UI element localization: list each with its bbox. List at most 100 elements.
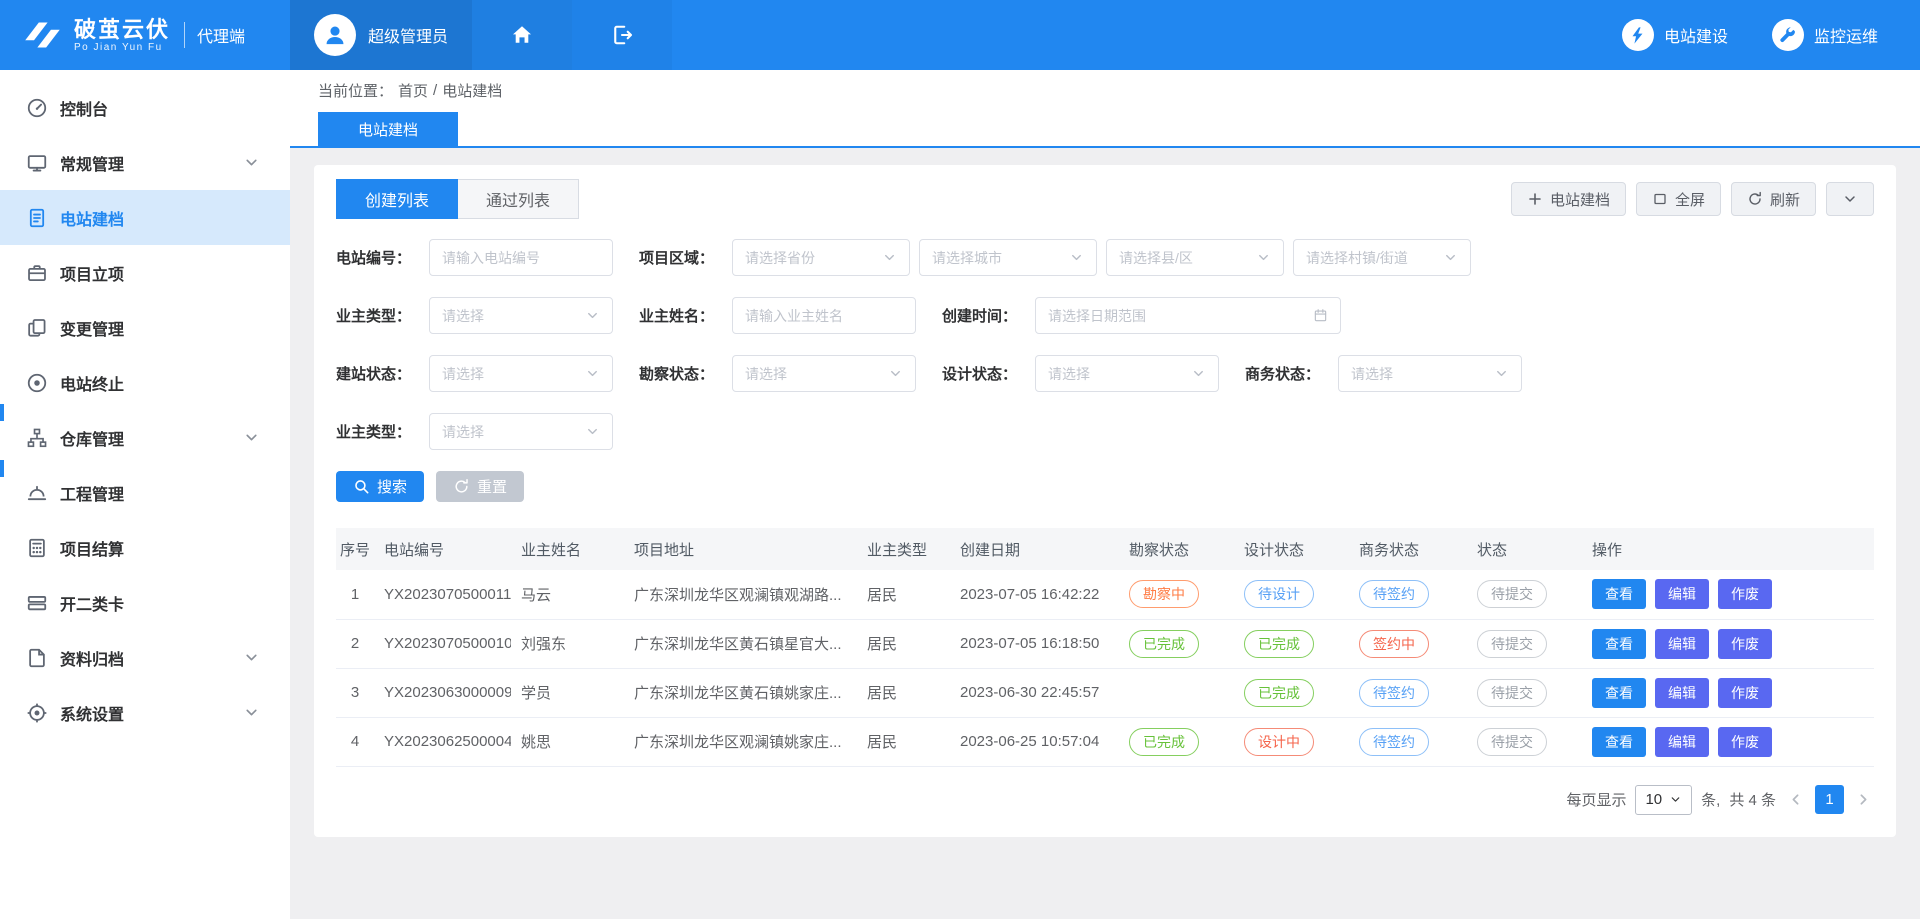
copy-icon — [26, 317, 48, 339]
county-select[interactable]: 请选择县/区 — [1106, 239, 1284, 276]
card-icon — [26, 592, 48, 614]
nav-monitor-ops[interactable]: 监控运维 — [1772, 19, 1878, 51]
edit-button[interactable]: 编辑 — [1655, 727, 1709, 757]
engineering-icon — [26, 482, 48, 504]
cell-no: 1 — [336, 570, 374, 619]
sidebar-item-monitor[interactable]: 常规管理 — [0, 135, 290, 190]
sidebar-item-calculator[interactable]: 项目结算 — [0, 520, 290, 575]
status-badge: 已完成 — [1244, 630, 1314, 658]
placeholder: 请选择省份 — [745, 248, 876, 268]
sidebar-item-terminate[interactable]: 电站终止 — [0, 355, 290, 410]
next-page-button[interactable] — [1853, 791, 1874, 808]
sidebar-item-label: 常规管理 — [60, 151, 124, 175]
sidebar-item-briefcase[interactable]: 项目立项 — [0, 245, 290, 300]
chevron-down-icon — [243, 429, 260, 446]
collapse-toolbar-button[interactable] — [1826, 182, 1874, 216]
cell-status: 待提交 — [1467, 717, 1582, 766]
chevron-down-icon — [243, 649, 260, 666]
topbar-spacer — [672, 0, 1622, 70]
cell-owner-name: 马云 — [511, 570, 624, 619]
sidebar-item-label: 资料归档 — [60, 646, 124, 670]
view-button[interactable]: 查看 — [1592, 678, 1646, 708]
sidebar-item-settings[interactable]: 系统设置 — [0, 685, 290, 740]
owner-name-input[interactable]: 请输入业主姓名 — [732, 297, 916, 334]
filter-label: 建站状态： — [336, 363, 421, 384]
breadcrumb-home-link[interactable]: 首页 — [398, 80, 428, 101]
owner-type-select[interactable]: 请选择 — [429, 297, 613, 334]
sidebar-item-document[interactable]: 电站建档 — [0, 190, 290, 245]
logout-button[interactable] — [572, 0, 672, 70]
cell-business-status: 签约中 — [1349, 619, 1467, 668]
pagination: 每页显示 10 条, 共 4 条 1 — [336, 785, 1874, 815]
brand-logo-icon — [20, 18, 66, 52]
refresh-button[interactable]: 刷新 — [1731, 182, 1816, 216]
cell-design-status: 已完成 — [1234, 619, 1349, 668]
home-button[interactable] — [472, 0, 572, 70]
reset-button[interactable]: 重置 — [436, 471, 524, 502]
search-button[interactable]: 搜索 — [336, 471, 424, 502]
void-button[interactable]: 作废 — [1718, 579, 1772, 609]
cell-design-status: 待设计 — [1234, 570, 1349, 619]
void-button[interactable]: 作废 — [1718, 727, 1772, 757]
placeholder: 请选择 — [442, 364, 579, 384]
prev-page-button[interactable] — [1785, 791, 1806, 808]
page-tab-station-archive[interactable]: 电站建档 — [318, 112, 458, 146]
nav-station-build[interactable]: 电站建设 — [1622, 19, 1728, 51]
user-menu[interactable]: 超级管理员 — [290, 0, 472, 70]
toolbar-button-label: 全屏 — [1675, 189, 1705, 210]
breadcrumb-separator: / — [433, 82, 437, 99]
terminate-icon — [26, 372, 48, 394]
fullscreen-icon — [1652, 191, 1668, 207]
filter-actions: 搜索 重置 — [336, 471, 1874, 502]
sidebar-item-dashboard[interactable]: 控制台 — [0, 80, 290, 135]
sidebar-item-archive[interactable]: 资料归档 — [0, 630, 290, 685]
sidebar-item-engineering[interactable]: 工程管理 — [0, 465, 290, 520]
filter-label: 业主类型： — [336, 305, 421, 326]
city-select[interactable]: 请选择城市 — [919, 239, 1097, 276]
build-status-select[interactable]: 请选择 — [429, 355, 613, 392]
sidebar-item-warehouse[interactable]: 仓库管理 — [0, 410, 290, 465]
per-page-select[interactable]: 10 — [1635, 785, 1692, 815]
sidebar-item-card[interactable]: 开二类卡 — [0, 575, 290, 630]
sidebar-nav: 控制台常规管理电站建档项目立项变更管理电站终止仓库管理工程管理项目结算开二类卡资… — [0, 80, 290, 740]
column-header: 项目地址 — [624, 528, 857, 570]
status-badge: 待提交 — [1477, 630, 1547, 658]
view-button[interactable]: 查看 — [1592, 579, 1646, 609]
search-button-label: 搜索 — [377, 476, 407, 497]
brand-text: 破茧云伏 Po Jian Yun Fu — [74, 17, 170, 53]
page-number-button[interactable]: 1 — [1815, 785, 1844, 814]
add-station-button[interactable]: 电站建档 — [1511, 182, 1626, 216]
tab-passed-list[interactable]: 通过列表 — [458, 179, 579, 219]
edit-button[interactable]: 编辑 — [1655, 579, 1709, 609]
view-button[interactable]: 查看 — [1592, 727, 1646, 757]
tab-create-list[interactable]: 创建列表 — [336, 179, 458, 219]
placeholder: 请选择城市 — [932, 248, 1063, 268]
view-button[interactable]: 查看 — [1592, 629, 1646, 659]
brand-tag: 代理端 — [197, 23, 245, 47]
archive-icon — [26, 647, 48, 669]
status-badge: 设计中 — [1244, 728, 1314, 756]
cell-owner-type: 居民 — [857, 668, 950, 717]
cell-address: 广东深圳龙华区观澜镇观湖路... — [624, 570, 857, 619]
design-status-select[interactable]: 请选择 — [1035, 355, 1219, 392]
cell-business-status: 待签约 — [1349, 570, 1467, 619]
province-select[interactable]: 请选择省份 — [732, 239, 910, 276]
town-select[interactable]: 请选择村镇/街道 — [1293, 239, 1471, 276]
sidebar-item-label: 仓库管理 — [60, 426, 124, 450]
edit-button[interactable]: 编辑 — [1655, 678, 1709, 708]
page-tab-row: 电站建档 — [290, 110, 1920, 146]
cell-actions: 查看编辑作废 — [1582, 570, 1874, 619]
survey-status-select[interactable]: 请选择 — [732, 355, 916, 392]
business-status-select[interactable]: 请选择 — [1338, 355, 1522, 392]
sidebar-item-copy[interactable]: 变更管理 — [0, 300, 290, 355]
edit-button[interactable]: 编辑 — [1655, 629, 1709, 659]
wrench-circle — [1772, 19, 1804, 51]
owner-type-select-2[interactable]: 请选择 — [429, 413, 613, 450]
station-code-input[interactable]: 请输入电站编号 — [429, 239, 613, 276]
per-page-unit: 条, — [1701, 789, 1720, 810]
fullscreen-button[interactable]: 全屏 — [1636, 182, 1721, 216]
dashboard-icon — [26, 97, 48, 119]
void-button[interactable]: 作废 — [1718, 629, 1772, 659]
void-button[interactable]: 作废 — [1718, 678, 1772, 708]
create-time-range-input[interactable]: 请选择日期范围 — [1035, 297, 1341, 334]
